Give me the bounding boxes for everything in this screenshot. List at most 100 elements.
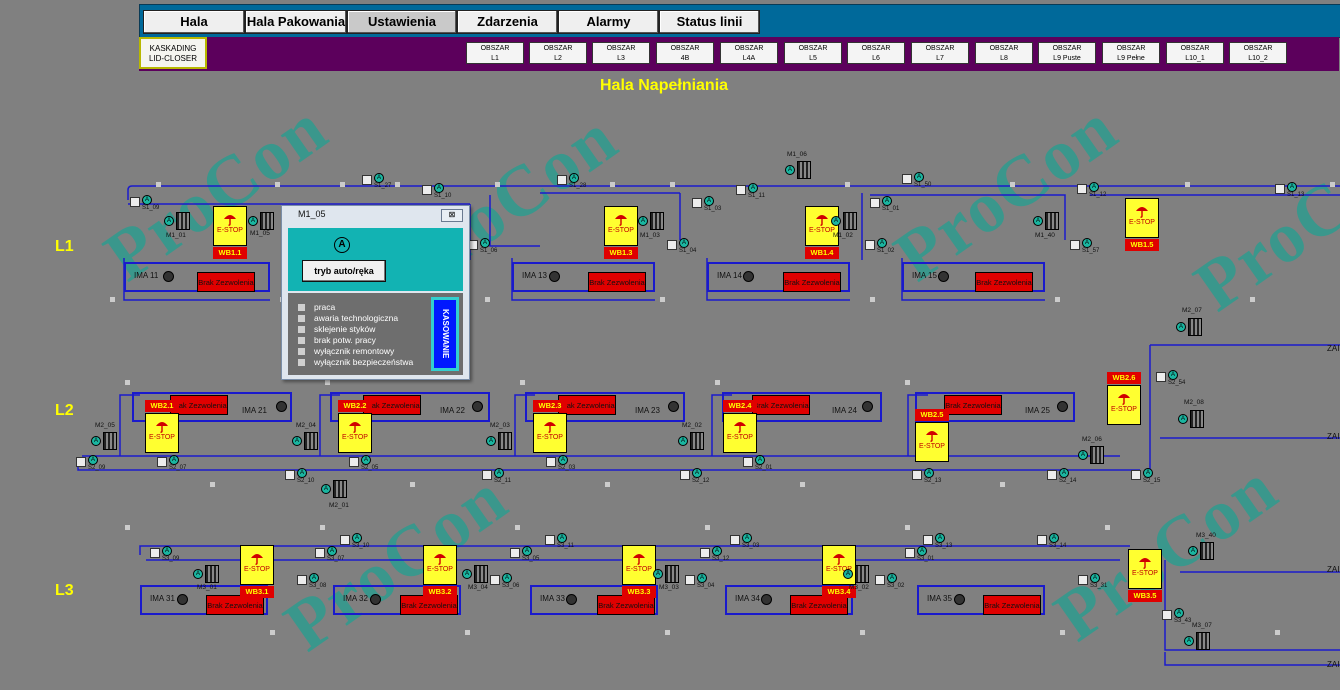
- sensor-box[interactable]: [1037, 535, 1047, 545]
- conveyor-marker: [125, 525, 130, 530]
- reset-button[interactable]: KASOWANIE: [431, 297, 459, 371]
- e-stop-button[interactable]: E-STOP: [338, 413, 372, 453]
- sensor-box[interactable]: [923, 535, 933, 545]
- sensor-label: S2_14: [1059, 478, 1077, 484]
- wb-label: WB3.5: [1128, 590, 1162, 602]
- motor-icon[interactable]: [1190, 410, 1204, 428]
- conveyor-marker: [156, 182, 161, 187]
- sensor-box[interactable]: [349, 457, 359, 467]
- motor-icon[interactable]: [797, 161, 811, 179]
- motor-icon[interactable]: [205, 565, 219, 583]
- sensor-box[interactable]: [692, 198, 702, 208]
- auto-indicator-icon: A: [843, 569, 853, 579]
- e-stop-button[interactable]: E-STOP: [1107, 385, 1141, 425]
- sensor-box[interactable]: [1078, 575, 1088, 585]
- sensor-box[interactable]: [315, 548, 325, 558]
- motor-icon[interactable]: [1188, 318, 1202, 336]
- sensor-label: S1_02: [877, 248, 895, 254]
- sensor-box[interactable]: [685, 575, 695, 585]
- e-stop-button[interactable]: E-STOP: [1125, 198, 1159, 238]
- motor-icon[interactable]: [498, 432, 512, 450]
- e-stop-button[interactable]: E-STOP: [622, 545, 656, 585]
- status-lamp: [163, 271, 174, 282]
- ima-label: IMA 32: [343, 594, 368, 603]
- e-stop-button[interactable]: E-STOP: [604, 206, 638, 246]
- sensor-box[interactable]: [1047, 470, 1057, 480]
- e-stop-label: E-STOP: [537, 434, 563, 441]
- mode-toggle-button[interactable]: tryb auto/ręka: [302, 260, 386, 282]
- sensor-box[interactable]: [482, 470, 492, 480]
- e-stop-button[interactable]: E-STOP: [805, 206, 839, 246]
- sensor-box[interactable]: [1131, 470, 1141, 480]
- sensor-box[interactable]: [667, 240, 677, 250]
- motor-icon[interactable]: [474, 565, 488, 583]
- sensor-box[interactable]: [736, 185, 746, 195]
- sensor-box[interactable]: [912, 470, 922, 480]
- motor-icon[interactable]: [176, 212, 190, 230]
- motor-icon[interactable]: [650, 212, 664, 230]
- sensor-box[interactable]: [875, 575, 885, 585]
- motor-icon[interactable]: [1196, 632, 1210, 650]
- sensor-box[interactable]: [490, 575, 500, 585]
- sensor-box[interactable]: [700, 548, 710, 558]
- sensor-box[interactable]: [130, 197, 140, 207]
- sensor-box[interactable]: [157, 457, 167, 467]
- auto-indicator-icon: A: [712, 546, 722, 556]
- sensor-box[interactable]: [865, 240, 875, 250]
- sensor-box[interactable]: [902, 174, 912, 184]
- status-label: awaria technologiczna: [314, 313, 399, 323]
- motor-icon[interactable]: [260, 212, 274, 230]
- sensor-box[interactable]: [340, 535, 350, 545]
- wb-label: WB2.6: [1107, 372, 1141, 384]
- e-stop-label: E-STOP: [727, 434, 753, 441]
- sensor-box[interactable]: [557, 175, 567, 185]
- e-stop-button[interactable]: E-STOP: [723, 413, 757, 453]
- conveyor-marker: [1000, 482, 1005, 487]
- sensor-box[interactable]: [76, 457, 86, 467]
- dialog-close-button[interactable]: ⊠: [441, 209, 463, 222]
- sensor-label: S3_10: [352, 543, 370, 549]
- motor-icon[interactable]: [690, 432, 704, 450]
- sensor-box[interactable]: [1077, 184, 1087, 194]
- conveyor-marker: [905, 525, 910, 530]
- status-lamp: [177, 594, 188, 605]
- e-stop-button[interactable]: E-STOP: [423, 545, 457, 585]
- sensor-box[interactable]: [1275, 184, 1285, 194]
- sensor-box[interactable]: [546, 457, 556, 467]
- sensor-box[interactable]: [545, 535, 555, 545]
- sensor-box[interactable]: [150, 548, 160, 558]
- sensor-box[interactable]: [730, 535, 740, 545]
- e-stop-button[interactable]: E-STOP: [213, 206, 247, 246]
- sensor-box[interactable]: [510, 548, 520, 558]
- sensor-box[interactable]: [1162, 610, 1172, 620]
- motor-label: M1_06: [787, 151, 807, 158]
- e-stop-button[interactable]: E-STOP: [915, 422, 949, 462]
- e-stop-button[interactable]: E-STOP: [533, 413, 567, 453]
- motor-icon[interactable]: [333, 480, 347, 498]
- motor-icon[interactable]: [855, 565, 869, 583]
- e-stop-button[interactable]: E-STOP: [240, 545, 274, 585]
- e-stop-label: E-STOP: [427, 566, 453, 573]
- sensor-box[interactable]: [743, 457, 753, 467]
- sensor-box[interactable]: [870, 198, 880, 208]
- status-lamp: [472, 401, 483, 412]
- motor-icon[interactable]: [843, 212, 857, 230]
- motor-icon[interactable]: [103, 432, 117, 450]
- sensor-box[interactable]: [680, 470, 690, 480]
- motor-icon[interactable]: [1090, 446, 1104, 464]
- e-stop-button[interactable]: E-STOP: [1128, 549, 1162, 589]
- sensor-box[interactable]: [297, 575, 307, 585]
- sensor-box[interactable]: [905, 548, 915, 558]
- sensor-label: S2_11: [494, 478, 511, 484]
- e-stop-button[interactable]: E-STOP: [822, 545, 856, 585]
- sensor-box[interactable]: [422, 185, 432, 195]
- motor-icon[interactable]: [1045, 212, 1059, 230]
- sensor-box[interactable]: [285, 470, 295, 480]
- motor-icon[interactable]: [304, 432, 318, 450]
- sensor-box[interactable]: [1156, 372, 1166, 382]
- motor-icon[interactable]: [1200, 542, 1214, 560]
- motor-icon[interactable]: [665, 565, 679, 583]
- sensor-box[interactable]: [1070, 240, 1080, 250]
- sensor-box[interactable]: [362, 175, 372, 185]
- e-stop-button[interactable]: E-STOP: [145, 413, 179, 453]
